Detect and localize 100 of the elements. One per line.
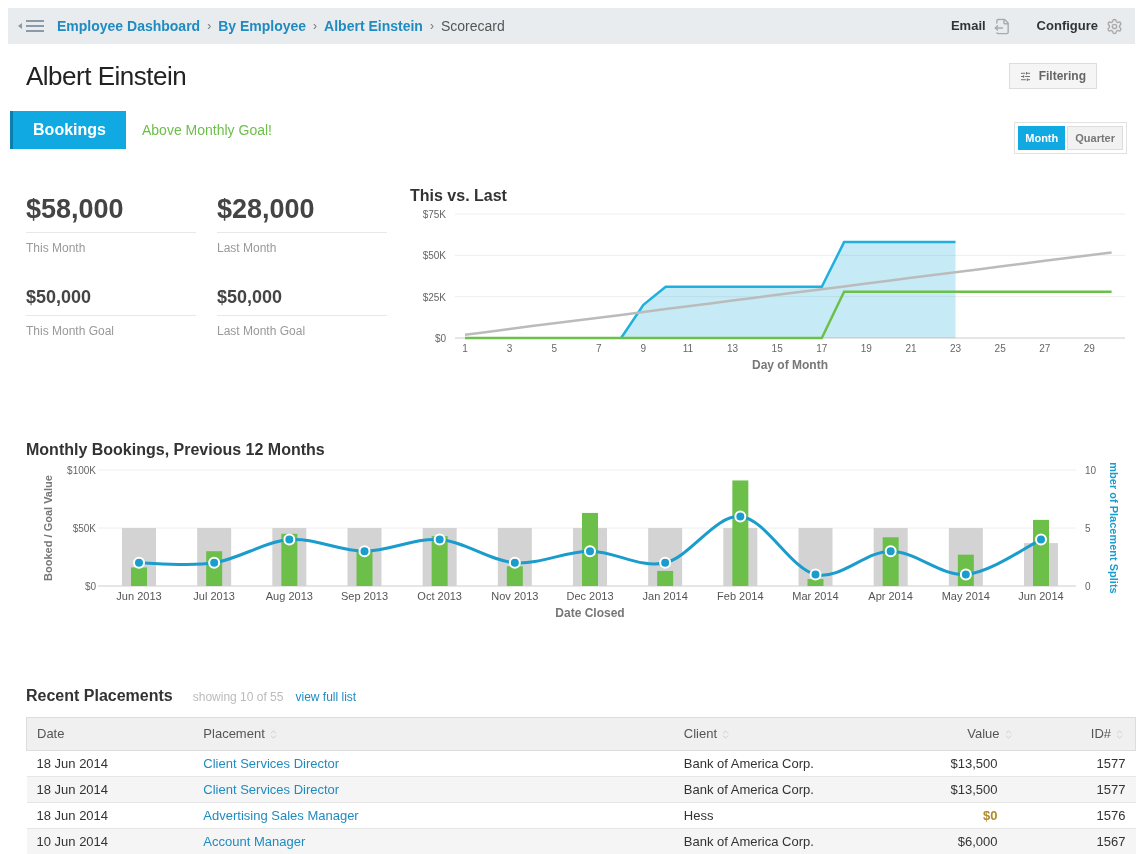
axis-label: $0: [434, 333, 446, 344]
section-title: Recent Placements: [26, 686, 173, 706]
placement-link[interactable]: Account Manager: [193, 828, 674, 854]
axis-label: 1: [462, 343, 468, 354]
stat-label: Last Month: [217, 240, 278, 257]
axis-label: May 2014: [941, 590, 990, 602]
breadcrumb-separator: ›: [313, 18, 318, 35]
axis-label: Jul 2013: [193, 590, 235, 602]
axis-label: 27: [1039, 343, 1051, 354]
breadcrumb-link[interactable]: Albert Einstein: [324, 15, 423, 37]
axis-label: 5: [551, 343, 557, 354]
header-action[interactable]: Email: [950, 16, 986, 36]
column-header[interactable]: Value: [923, 717, 1024, 751]
axis-label: 7: [596, 343, 602, 354]
axis-label: $75K: [422, 209, 446, 220]
period-tab[interactable]: Month: [1018, 126, 1066, 150]
data-point: [358, 545, 371, 558]
breadcrumb-link[interactable]: By Employee: [218, 15, 307, 37]
stat-label: This Month Goal: [26, 323, 116, 340]
table-cell: 18 Jun 2014: [26, 750, 194, 777]
settings-icon[interactable]: [1106, 17, 1123, 35]
table-cell: Bank of America Corp.: [673, 828, 924, 854]
axis-label: Feb 2014: [717, 590, 764, 602]
data-point: [884, 545, 897, 558]
column-header[interactable]: ID#: [1023, 717, 1136, 751]
axis-label: 10: [1085, 465, 1097, 476]
table-cell: 10 Jun 2014: [26, 828, 194, 854]
stat-label: This Month: [26, 240, 87, 257]
goal-status: Above Monthly Goal!: [142, 120, 272, 140]
axis-label: Apr 2014: [868, 590, 913, 602]
table-cell: Hess: [673, 802, 924, 829]
data-point: [208, 556, 221, 569]
period-tab[interactable]: Quarter: [1067, 126, 1123, 150]
axis-label: 29: [1083, 343, 1095, 354]
data-point: [959, 568, 972, 581]
axis-label: Jun 2013: [116, 590, 162, 602]
table-cell: Bank of America Corp.: [673, 750, 924, 777]
table-cell: 18 Jun 2014: [26, 776, 194, 803]
axis-title: Booked / Goal Value: [42, 475, 54, 581]
placement-link[interactable]: Client Services Director: [193, 776, 674, 803]
axis-label: $100K: [67, 465, 96, 476]
table-cell: 1577: [1023, 776, 1136, 803]
axis-label: $50K: [72, 523, 96, 534]
axis-label: 17: [816, 343, 828, 354]
axis-label: Jan 2014: [642, 590, 688, 602]
table-cell: $13,500: [923, 776, 1024, 803]
stat-label: Last Month Goal: [217, 323, 307, 340]
data-point: [508, 556, 521, 569]
chart-title: Monthly Bookings, Previous 12 Months: [26, 440, 326, 460]
placement-link[interactable]: Advertising Sales Manager: [193, 802, 674, 829]
axis-label: $50K: [422, 250, 446, 262]
column-header[interactable]: Client: [673, 717, 924, 751]
axis-label: 21: [905, 343, 917, 354]
column-header[interactable]: Date: [26, 717, 194, 751]
axis-label: Aug 2013: [265, 590, 313, 602]
breadcrumb-separator: ›: [207, 18, 212, 35]
axis-label: 3: [506, 343, 513, 354]
axis-label: 5: [1085, 523, 1091, 534]
axis-label: $25K: [422, 291, 446, 303]
section-tab[interactable]: Bookings: [10, 111, 126, 149]
breadcrumb-current: Scorecard: [440, 16, 505, 36]
axis-label: Dec 2013: [566, 590, 614, 602]
axis-label: 25: [994, 343, 1006, 354]
view-full-list-link[interactable]: view full list: [295, 688, 357, 706]
axis-title: mber of Placement Splits: [1108, 462, 1120, 594]
table-cell: 18 Jun 2014: [26, 802, 194, 829]
table-cell: 1577: [1023, 750, 1136, 777]
column-header[interactable]: Placement: [193, 717, 674, 751]
stat-value: $50,000: [217, 283, 387, 316]
sliders-icon: [1019, 70, 1031, 82]
breadcrumb-separator: ›: [429, 18, 434, 35]
data-point: [433, 533, 446, 546]
axis-label: 15: [771, 343, 783, 354]
table-cell: 1576: [1023, 802, 1136, 829]
table-cell: Bank of America Corp.: [673, 776, 924, 803]
data-point: [584, 545, 596, 558]
axis-label: 19: [860, 343, 872, 354]
axis-label: 13: [727, 343, 739, 354]
row-count: showing 10 of 55: [192, 689, 284, 706]
axis-label: 0: [1085, 581, 1091, 592]
placement-link[interactable]: Client Services Director: [193, 750, 674, 777]
axis-label: Mar 2014: [792, 590, 839, 602]
table-cell: 1567: [1023, 828, 1136, 854]
data-point: [1035, 533, 1047, 546]
table-cell: $0: [923, 802, 1024, 829]
data-point: [734, 510, 747, 523]
header-action[interactable]: Configure: [1036, 16, 1098, 36]
document-icon[interactable]: [993, 17, 1011, 35]
data-point: [283, 533, 296, 546]
filtering-button[interactable]: Filtering: [1008, 63, 1097, 89]
table-cell: $13,500: [923, 750, 1024, 777]
axis-label: $0: [84, 581, 96, 592]
axis-label: 11: [682, 343, 694, 354]
axis-label: Oct 2013: [417, 590, 462, 602]
axis-title: Day of Month: [752, 358, 828, 372]
data-point: [809, 568, 822, 581]
axis-label: Sep 2013: [340, 590, 389, 602]
data-point: [133, 556, 145, 569]
breadcrumb-link[interactable]: Employee Dashboard: [57, 15, 201, 37]
axis-label: 23: [950, 343, 962, 354]
